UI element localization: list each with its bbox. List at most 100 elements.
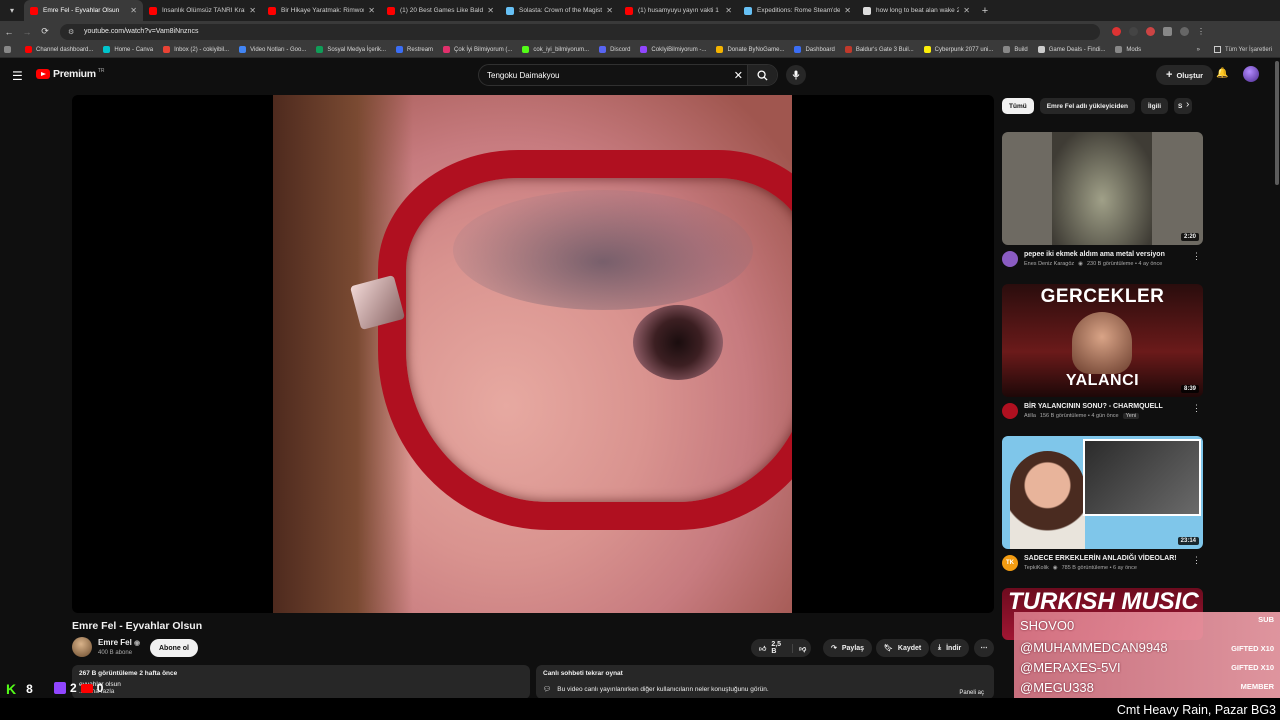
- recommended-channel[interactable]: Atilla: [1024, 413, 1036, 419]
- all-bookmarks[interactable]: » Tüm Yer İşaretleri: [1197, 46, 1272, 53]
- recommended-video[interactable]: GERCEKLER YALANCI 8:39 BİR YALANCININ SO…: [1002, 284, 1203, 419]
- close-tab-icon[interactable]: ✕: [606, 6, 613, 15]
- recommended-title[interactable]: BİR YALANCININ SONU? - CHARMQUELL: [1024, 403, 1163, 410]
- bookmark-item[interactable]: Restream: [396, 46, 433, 53]
- recommended-channel[interactable]: Enes Deniz Karagöz: [1024, 261, 1074, 267]
- bookmark-item[interactable]: Cyberpunk 2077 uni...: [923, 46, 993, 53]
- notifications-bell-icon[interactable]: 🔔: [1216, 68, 1228, 79]
- chip-all[interactable]: Tümü: [1002, 98, 1034, 114]
- apps-icon[interactable]: [4, 46, 15, 53]
- address-bar[interactable]: ⚙ youtube.com/watch?v=Vam8iNnzncs: [60, 23, 1100, 40]
- stream-ticker-text: Cmt Heavy Rain, Pazar BG3: [1116, 703, 1276, 717]
- page-scrollbar[interactable]: [1275, 61, 1279, 185]
- download-button[interactable]: ⤓ İndir: [930, 639, 970, 657]
- clear-search-icon[interactable]: ✕: [734, 69, 743, 82]
- bookmark-item[interactable]: Channel dashboard...: [25, 46, 93, 53]
- bookmark-item[interactable]: Çok İyi Bilmiyorum (...: [443, 46, 512, 53]
- browser-tab[interactable]: (1) 20 Best Games Like Baldur's✕: [381, 0, 500, 21]
- close-tab-icon[interactable]: ✕: [844, 6, 851, 15]
- bookmark-item[interactable]: Build: [1003, 46, 1028, 53]
- video-thumbnail[interactable]: GERCEKLER YALANCI 8:39: [1002, 284, 1203, 397]
- save-button[interactable]: 🔖︎ Kaydet: [876, 639, 930, 657]
- bookmark-item[interactable]: Inbox (2) - cokiyibil...: [163, 46, 229, 53]
- subscribe-button[interactable]: Abone ol: [150, 639, 198, 657]
- channel-avatar[interactable]: [1002, 251, 1018, 267]
- chevron-right-icon[interactable]: ›: [1186, 99, 1189, 110]
- browser-tab[interactable]: Solasta: Crown of the Magister ✕: [500, 0, 619, 21]
- recommended-video[interactable]: 23:14 TK SADECE ERKEKLERİN ANLADIĞI VİDE…: [1002, 436, 1203, 571]
- share-button[interactable]: ↷ Paylaş: [823, 639, 873, 657]
- close-tab-icon[interactable]: ✕: [963, 6, 970, 15]
- bookmark-item[interactable]: Game Deals - Findi...: [1037, 46, 1105, 53]
- forward-icon[interactable]: →: [18, 27, 36, 37]
- back-icon[interactable]: ←: [0, 27, 18, 37]
- recommended-title[interactable]: SADECE ERKEKLERİN ANLADIĞI VİDEOLAR!: [1024, 555, 1177, 562]
- extension-icon[interactable]: [1146, 27, 1155, 36]
- channel-name[interactable]: Emre Fel ◉: [98, 638, 140, 647]
- menu-icon[interactable]: ⋮: [1197, 27, 1205, 36]
- twitch-icon: [54, 682, 66, 694]
- recommended-channel[interactable]: TepkiKolik: [1024, 565, 1049, 571]
- search-input[interactable]: Tengoku Daimakyou ✕: [478, 64, 778, 86]
- channel-avatar[interactable]: [1002, 403, 1018, 419]
- voice-search-button[interactable]: [786, 65, 806, 85]
- video-player[interactable]: [72, 95, 994, 613]
- chip-related[interactable]: İlgili: [1141, 98, 1168, 114]
- bookmark-item[interactable]: Home - Canva: [103, 46, 153, 53]
- account-avatar[interactable]: [1243, 66, 1259, 82]
- browser-tab[interactable]: Emre Fel - Eyvahlar Olsun ✕: [24, 0, 143, 21]
- more-options-icon[interactable]: ⋮: [1192, 555, 1201, 566]
- browser-tab[interactable]: Bir Hikaye Yaratmak: Rimworld ✕: [262, 0, 381, 21]
- bookmark-item[interactable]: Dashboard: [794, 46, 835, 53]
- more-actions-button[interactable]: ⋯: [974, 639, 994, 657]
- close-tab-icon[interactable]: ✕: [725, 6, 732, 15]
- close-tab-icon[interactable]: ✕: [368, 6, 375, 15]
- video-thumbnail[interactable]: 23:14: [1002, 436, 1203, 549]
- close-tab-icon[interactable]: ✕: [130, 6, 137, 15]
- bookmark-item[interactable]: Mods: [1115, 46, 1141, 53]
- youtube-premium-logo[interactable]: Premium TR: [36, 68, 105, 80]
- hamburger-menu-icon[interactable]: ☰: [12, 69, 23, 83]
- close-tab-icon[interactable]: ✕: [249, 6, 256, 15]
- bookmark-favicon-icon: [522, 46, 530, 53]
- browser-tab[interactable]: (1) husamyuyu yayın vakti 1 - Y ✕: [619, 0, 738, 21]
- open-panel-button[interactable]: Paneli aç: [959, 690, 984, 696]
- extensions-puzzle-icon[interactable]: [1163, 27, 1172, 36]
- profile-icon[interactable]: [1180, 27, 1189, 36]
- channel-avatar[interactable]: TK: [1002, 555, 1018, 571]
- bookmark-item[interactable]: Discord: [599, 46, 630, 53]
- show-more-link[interactable]: ...daha fazla: [79, 688, 523, 695]
- dislike-button[interactable]: 👎︎: [792, 643, 806, 653]
- chat-icon: 💬︎: [543, 686, 552, 693]
- like-button[interactable]: 👍︎ 2,5 B 👎︎: [751, 639, 811, 657]
- chip-from-uploader[interactable]: Emre Fel adlı yükleyiciden: [1039, 98, 1135, 114]
- more-options-icon[interactable]: ⋮: [1192, 403, 1201, 414]
- tab-search-icon[interactable]: ▾: [0, 0, 24, 21]
- bookmark-favicon-icon: [103, 46, 111, 53]
- search-button[interactable]: [747, 65, 777, 85]
- extension-icon[interactable]: [1129, 27, 1138, 36]
- recommended-title[interactable]: pepee iki ekmek aldım ama metal versiyon: [1024, 251, 1165, 258]
- description-box[interactable]: 267 B görüntüleme 2 hafta önce eyvahlar …: [72, 665, 530, 699]
- browser-tab[interactable]: İnsanlık Ölümsüz TANRI Kralı A ✕: [143, 0, 262, 21]
- more-options-icon[interactable]: ⋮: [1192, 251, 1201, 262]
- close-tab-icon[interactable]: ✕: [487, 6, 494, 15]
- bookmark-item[interactable]: CokIyiBilmiyorum -...: [640, 46, 706, 53]
- extension-icon[interactable]: [1112, 27, 1121, 36]
- bookmark-item[interactable]: Donate ByNoGame...: [716, 46, 784, 53]
- bookmark-item[interactable]: Sosyal Medya İçerik...: [316, 46, 386, 53]
- new-tab-button[interactable]: +: [976, 5, 994, 17]
- browser-tab[interactable]: Expeditions: Rome Steam'de % ✕: [738, 0, 857, 21]
- browser-tab[interactable]: how long to beat alan wake 2 ✕: [857, 0, 976, 21]
- channel-avatar[interactable]: [72, 637, 92, 657]
- reload-icon[interactable]: ⟳: [36, 26, 54, 37]
- site-info-icon[interactable]: ⚙: [68, 28, 78, 36]
- recommended-video[interactable]: 2:20 pepee iki ekmek aldım ama metal ver…: [1002, 132, 1203, 267]
- bookmark-item[interactable]: cok_iyi_bilmiyorum...: [522, 46, 589, 53]
- create-button[interactable]: + Oluştur: [1156, 65, 1214, 85]
- event-name: SHOVO0: [1020, 618, 1075, 633]
- bookmark-item[interactable]: Video Notları - Goo...: [239, 46, 306, 53]
- video-thumbnail[interactable]: 2:20: [1002, 132, 1203, 245]
- tab-title: Bir Hikaye Yaratmak: Rimworld: [281, 7, 365, 14]
- bookmark-item[interactable]: Baldur's Gate 3 Buil...: [844, 46, 914, 53]
